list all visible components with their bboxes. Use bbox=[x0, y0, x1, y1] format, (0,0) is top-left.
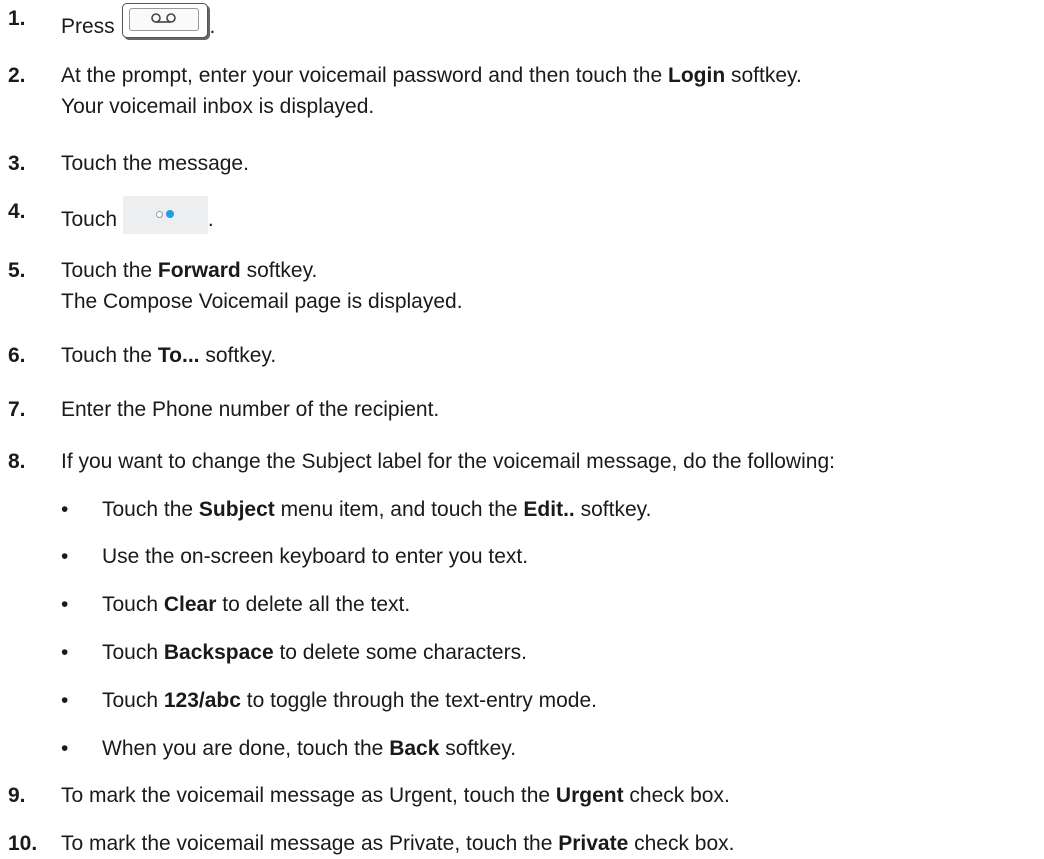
step-4: 4. Touch . bbox=[8, 196, 1034, 235]
checkbox-private-label: Private bbox=[558, 832, 629, 855]
step-text: Touch the message. bbox=[61, 152, 249, 175]
key-clear-label: Clear bbox=[163, 593, 217, 616]
step-3: 3. Touch the message. bbox=[8, 148, 1034, 179]
softkey-to-label: To... bbox=[157, 344, 200, 367]
bullet-icon: • bbox=[61, 641, 69, 664]
softkey-edit-label: Edit.. bbox=[523, 498, 575, 521]
step-number: 6. bbox=[8, 344, 26, 367]
step-number: 5. bbox=[8, 259, 26, 282]
bullet-icon: • bbox=[61, 593, 69, 616]
key-backspace-label: Backspace bbox=[163, 641, 274, 664]
list-item: • Use the on-screen keyboard to enter yo… bbox=[61, 541, 528, 572]
checkbox-urgent-label: Urgent bbox=[555, 784, 624, 807]
more-dots-icon bbox=[122, 196, 208, 234]
step-text: If you want to change the Subject label … bbox=[61, 450, 835, 473]
bullet-icon: • bbox=[61, 737, 69, 760]
menu-subject-label: Subject bbox=[198, 498, 275, 521]
step-number: 3. bbox=[8, 152, 26, 175]
step-text: Touch bbox=[61, 208, 118, 231]
bullet-icon: • bbox=[61, 545, 69, 568]
step-1: 1. Press . bbox=[8, 3, 1034, 42]
step-number: 10. bbox=[8, 832, 38, 855]
list-item: • Touch Backspace to delete some charact… bbox=[61, 637, 527, 668]
step-8: 8. If you want to change the Subject lab… bbox=[8, 446, 1034, 477]
step-6: 6. Touch the To... softkey. bbox=[8, 340, 1034, 371]
bullet-icon: • bbox=[61, 498, 69, 521]
step-number: 9. bbox=[8, 784, 26, 807]
key-123abc-label: 123/abc bbox=[163, 689, 241, 712]
step-9: 9. To mark the voicemail message as Urge… bbox=[8, 780, 1034, 811]
softkey-back-label: Back bbox=[389, 737, 440, 760]
step-2: 2. At the prompt, enter your voicemail p… bbox=[8, 60, 1034, 122]
step-number: 7. bbox=[8, 398, 26, 421]
softkey-forward-label: Forward bbox=[157, 259, 241, 282]
list-item: • Touch the Subject menu item, and touch… bbox=[61, 494, 651, 525]
step-number: 2. bbox=[8, 64, 26, 87]
step-7: 7. Enter the Phone number of the recipie… bbox=[8, 394, 1034, 425]
voicemail-key-icon bbox=[121, 3, 210, 39]
step-10: 10. To mark the voicemail message as Pri… bbox=[8, 828, 1034, 859]
list-item: • When you are done, touch the Back soft… bbox=[61, 733, 516, 764]
list-item: • Touch 123/abc to toggle through the te… bbox=[61, 685, 597, 716]
step-number: 1. bbox=[8, 7, 26, 30]
bullet-icon: • bbox=[61, 689, 69, 712]
softkey-login-label: Login bbox=[668, 64, 726, 87]
step-5: 5. Touch the Forward softkey. The Compos… bbox=[8, 255, 1034, 317]
step-result-text: Your voicemail inbox is displayed. bbox=[61, 95, 375, 118]
list-item: • Touch Clear to delete all the text. bbox=[61, 589, 410, 620]
step-number: 4. bbox=[8, 200, 26, 223]
step-text: Enter the Phone number of the recipient. bbox=[61, 398, 440, 421]
step-text: Press bbox=[61, 15, 115, 38]
step-result-text: The Compose Voicemail page is displayed. bbox=[61, 290, 463, 313]
step-number: 8. bbox=[8, 450, 26, 473]
